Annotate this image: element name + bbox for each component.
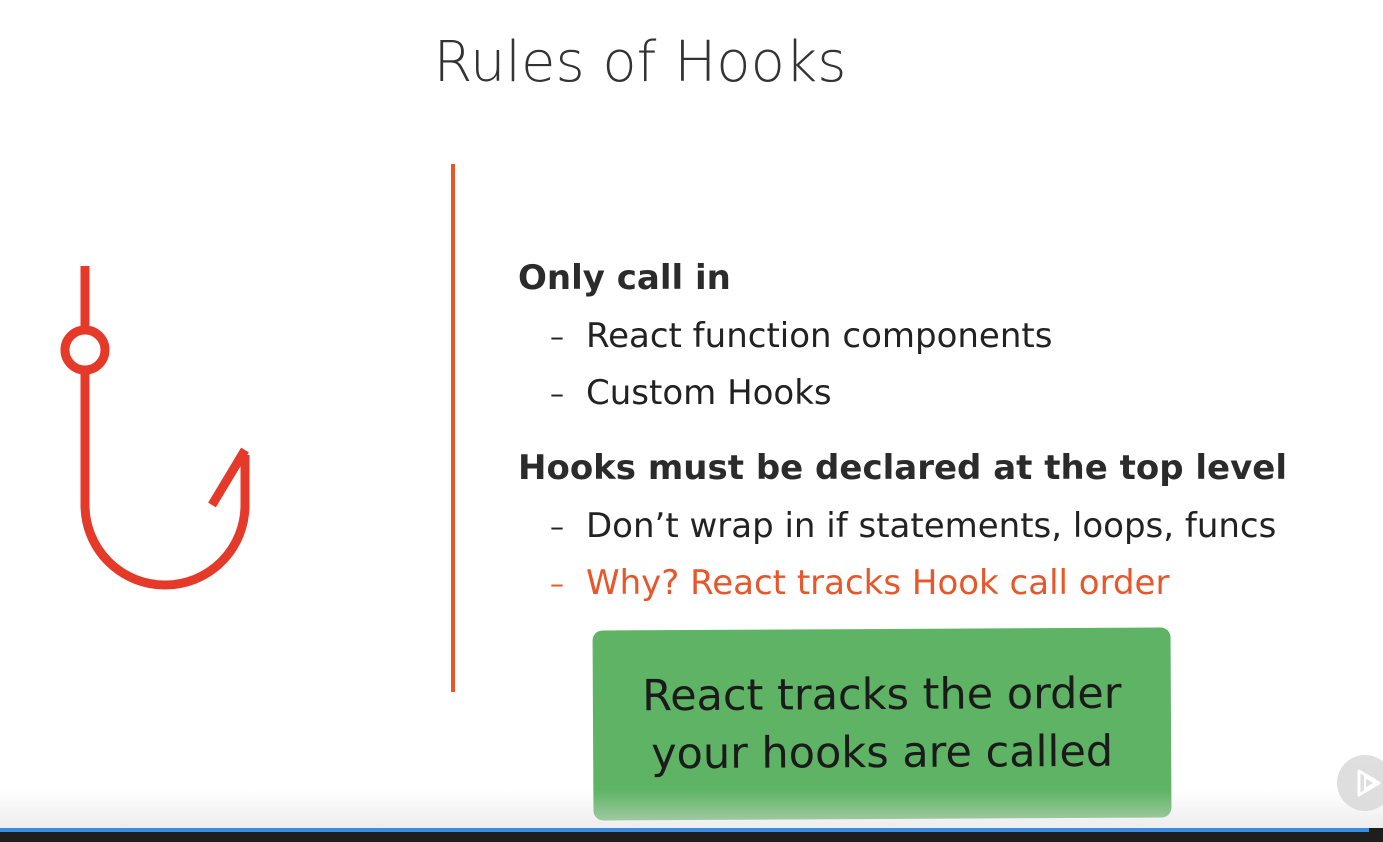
section-heading-only-call-in: Only call in <box>518 258 731 298</box>
rules-content: Only call in – React function components… <box>518 254 1378 622</box>
list-bullet: – <box>550 510 564 543</box>
list-item: – React function components <box>518 308 1378 365</box>
rules-list-only-call-in: – React function components – Custom Hoo… <box>518 308 1378 422</box>
list-item: – Custom Hooks <box>518 365 1378 422</box>
list-bullet: – <box>550 567 564 600</box>
player-overlay-fade <box>0 790 1383 828</box>
callout-line-2: your hooks are called <box>650 726 1114 780</box>
fish-hook-icon <box>40 260 270 600</box>
rules-list-top-level: – Don’t wrap in if statements, loops, fu… <box>518 498 1378 612</box>
vertical-divider <box>451 164 455 692</box>
list-item: – Don’t wrap in if statements, loops, fu… <box>518 498 1378 555</box>
list-item-highlighted: – Why? React tracks Hook call order <box>518 555 1378 612</box>
list-bullet: – <box>550 320 564 353</box>
slide: Rules of Hooks Only call in – React func… <box>0 0 1383 842</box>
callout-text: React tracks the order your hooks are ca… <box>622 665 1142 784</box>
list-item-text: Why? React tracks Hook call order <box>586 563 1170 603</box>
list-bullet: – <box>550 377 564 410</box>
list-item-text: Don’t wrap in if statements, loops, func… <box>586 506 1277 546</box>
section-heading-top-level: Hooks must be declared at the top level <box>518 448 1287 488</box>
list-item-text: React function components <box>586 316 1053 356</box>
slide-title: Rules of Hooks <box>433 30 847 95</box>
callout-line-1: React tracks the order <box>642 668 1122 722</box>
list-item-text: Custom Hooks <box>586 373 832 413</box>
play-icon <box>1357 769 1381 797</box>
video-progress-fill <box>0 828 1370 832</box>
